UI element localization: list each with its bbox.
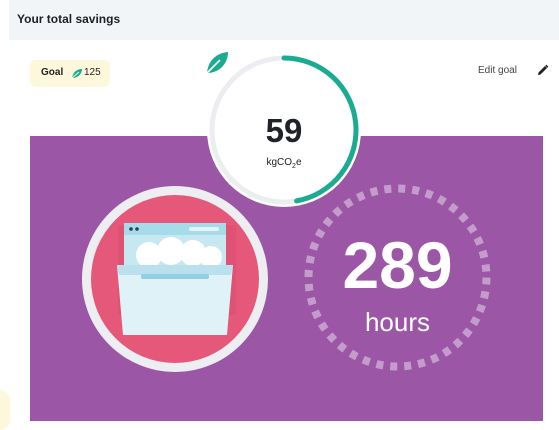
co2-unit-tail: e	[295, 157, 302, 168]
pencil-icon[interactable]	[536, 64, 549, 77]
co2-unit: kgCO2e	[204, 157, 364, 170]
co2-saved-value: 59	[265, 112, 303, 149]
leaf-icon	[71, 69, 82, 79]
dishwasher-icon	[81, 185, 269, 373]
co2-unit-main: kgCO	[266, 157, 293, 168]
equivalent-hours-value: 289	[342, 228, 453, 302]
corner-decoration	[0, 390, 10, 430]
goal-chip: Goal 125	[30, 60, 110, 87]
equivalent-hours-unit: hours	[364, 307, 431, 337]
goal-value: 125	[84, 67, 101, 78]
leaf-icon	[206, 52, 228, 74]
savings-header: Your total savings	[9, 0, 559, 40]
edit-goal-link[interactable]: Edit goal	[478, 65, 517, 76]
goal-label: Goal	[41, 67, 64, 78]
page-title: Your total savings	[17, 12, 121, 26]
